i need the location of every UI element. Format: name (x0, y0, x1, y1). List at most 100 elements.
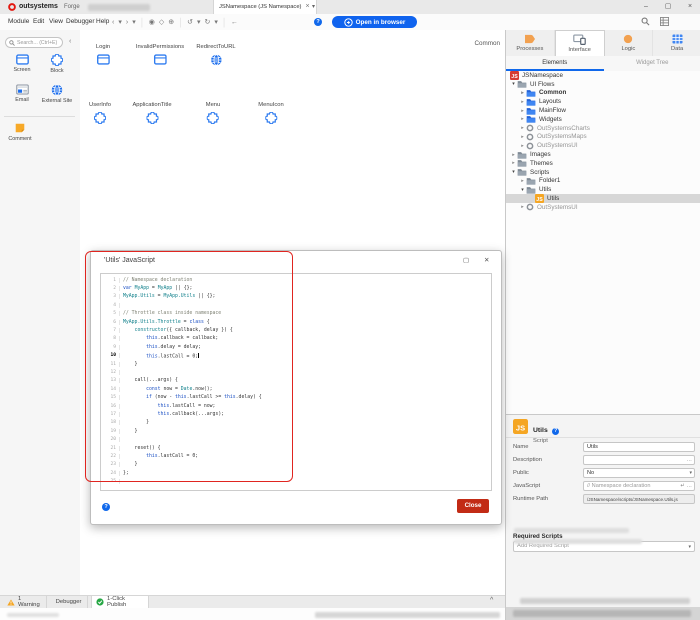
tree-item-outsystemsui[interactable]: ▸OutSystemsUI (506, 141, 700, 150)
code-line[interactable]: 8 this.callback = callback; (101, 335, 491, 343)
tree-item-widgets[interactable]: ▸Widgets (506, 115, 700, 124)
flow-item-userinfo[interactable]: UserInfo (89, 102, 111, 124)
toolbox-search-input[interactable]: Search... (Ctrl+E) (5, 37, 63, 48)
tree-collapsed-icon[interactable]: ▸ (519, 204, 526, 210)
tree-collapsed-icon[interactable]: ▸ (519, 143, 526, 149)
code-line[interactable]: 3MyApp.Utils = MyApp.Utils || {}; (101, 293, 491, 301)
code-line[interactable]: 12 (101, 368, 491, 376)
toolbar-icon[interactable]: ▾ (214, 18, 218, 26)
tree-item-ui flows[interactable]: ▾UI Flows (506, 80, 700, 89)
window-minimize-button[interactable]: – (638, 0, 654, 14)
tree-collapsed-icon[interactable]: ▸ (510, 160, 517, 166)
tree-item-outsystemsui[interactable]: ▸OutSystemsUI (506, 203, 700, 212)
window-close-button[interactable]: × (682, 0, 698, 14)
description-input[interactable]: … (583, 455, 695, 465)
code-line[interactable]: 9 this.delay = delay; (101, 343, 491, 351)
dialog-maximize-icon[interactable]: ▢ (463, 256, 469, 264)
code-line[interactable]: 25 (101, 477, 491, 485)
tree-collapsed-icon[interactable]: ▸ (519, 125, 526, 131)
code-line[interactable]: 23 } (101, 461, 491, 469)
tree-item-scripts[interactable]: ▾Scripts (506, 168, 700, 177)
close-button[interactable]: Close (457, 499, 489, 513)
toolbox-item-external-site[interactable]: External Site (37, 84, 77, 104)
flow-item-menu[interactable]: Menu (206, 102, 221, 124)
search-icon[interactable] (641, 17, 650, 26)
tab-logic[interactable]: Logic (605, 30, 654, 56)
toolbox-item-comment[interactable]: Comment (0, 122, 40, 142)
toolbox-item-block[interactable]: Block (37, 54, 77, 74)
collapse-sidebar-icon[interactable]: ‹ (69, 38, 71, 45)
flow-item-applicationtitle[interactable]: ApplicationTitle (132, 102, 171, 124)
help-icon[interactable]: ? (102, 503, 110, 511)
menu-view[interactable]: View (49, 14, 63, 30)
flow-item-redirecttourl[interactable]: RedirectToURL (196, 44, 235, 66)
subtab-widget-tree[interactable]: Widget Tree (604, 56, 700, 71)
open-in-browser-button[interactable]: Open in browser (332, 16, 417, 28)
tree-item-outsystemscharts[interactable]: ▸OutSystemsCharts (506, 124, 700, 133)
subtab-elements[interactable]: Elements (506, 56, 604, 71)
code-line[interactable]: 21 reset() { (101, 444, 491, 452)
chevron-up-icon[interactable]: ^ (490, 597, 493, 604)
toolbar-icon[interactable]: ▾ (132, 18, 136, 26)
code-line[interactable]: 13 call(...args) { (101, 377, 491, 385)
tree-expanded-icon[interactable]: ▾ (519, 187, 526, 193)
toolbar-icon[interactable]: ⊕ (168, 18, 174, 26)
one-click-publish-tab[interactable]: 1-Click Publish (91, 596, 149, 608)
ellipsis-icon[interactable]: … (687, 456, 693, 465)
panel-grid-icon[interactable] (660, 17, 669, 26)
tree-item-utils[interactable]: JSUtils (506, 194, 700, 203)
name-input[interactable]: Utils (583, 442, 695, 452)
code-line[interactable]: 24}; (101, 469, 491, 477)
tree-item-mainflow[interactable]: ▸MainFlow (506, 106, 700, 115)
tree-collapsed-icon[interactable]: ▸ (519, 116, 526, 122)
help-icon[interactable]: ? (314, 18, 322, 26)
tree-item-layouts[interactable]: ▸Layouts (506, 97, 700, 106)
toolbar-icon[interactable]: › (126, 19, 128, 26)
code-editor[interactable]: 1// Namespace declaration2var MyApp = My… (100, 273, 492, 491)
tab-forge[interactable]: Forge (58, 0, 86, 14)
code-line[interactable]: 22 this.lastCall = 0; (101, 452, 491, 460)
toolbar-icon[interactable]: ‹ (112, 19, 114, 26)
toolbar-icon[interactable]: ◇ (159, 18, 164, 26)
tree-collapsed-icon[interactable]: ▸ (519, 90, 526, 96)
menu-help[interactable]: Help (96, 14, 109, 30)
tree-item-folder1[interactable]: ▸Folder1 (506, 177, 700, 186)
tree-expanded-icon[interactable]: ▾ (510, 169, 517, 175)
tab-jsnamespace[interactable]: JSNamespace (JS Namespace) × (213, 0, 317, 14)
toolbar-icon[interactable]: ◉ (149, 18, 155, 26)
tab-interface[interactable]: Interface (555, 30, 605, 56)
tree-expanded-icon[interactable]: ▾ (510, 81, 517, 87)
window-maximize-button[interactable]: ▢ (660, 0, 676, 14)
toolbar-icon[interactable]: ← (231, 19, 238, 26)
dialog-close-icon[interactable]: ✕ (484, 256, 489, 264)
tree-collapsed-icon[interactable]: ▸ (510, 152, 517, 158)
tree-item-common[interactable]: ▸Common (506, 89, 700, 98)
code-line[interactable]: 19 } (101, 427, 491, 435)
warnings-tab[interactable]: 1 Warning (3, 596, 47, 608)
javascript-input[interactable]: // Namespace declaration↵ … (583, 481, 695, 491)
menu-edit[interactable]: Edit (33, 14, 44, 30)
code-line[interactable]: 7 constructor({ callback, delay }) { (101, 326, 491, 334)
toolbox-item-screen[interactable]: Screen (2, 54, 42, 73)
code-line[interactable]: 20 (101, 435, 491, 443)
code-line[interactable]: 17 this.callback(...args); (101, 410, 491, 418)
code-line[interactable]: 4 (101, 301, 491, 309)
tree-collapsed-icon[interactable]: ▸ (519, 108, 526, 114)
edit-code-icon[interactable]: ↵ … (680, 482, 692, 491)
code-line[interactable]: 2var MyApp = MyApp || {}; (101, 284, 491, 292)
flow-item-invalidpermissions[interactable]: InvalidPermissions (136, 44, 184, 65)
public-select[interactable]: No▾ (583, 468, 695, 478)
tree-item-images[interactable]: ▸Images (506, 150, 700, 159)
tree-item-jsnamespace[interactable]: JSJSNamespace (506, 71, 700, 80)
tab-close-icon[interactable]: × (305, 0, 309, 14)
tree-collapsed-icon[interactable]: ▸ (519, 178, 526, 184)
debugger-tab[interactable]: Debugger (50, 596, 88, 608)
flow-item-menuicon[interactable]: MenuIcon (258, 102, 283, 124)
code-line[interactable]: 18 } (101, 419, 491, 427)
code-line[interactable]: 5// Throttle class inside namespace (101, 310, 491, 318)
code-line[interactable]: 1// Namespace declaration (101, 276, 491, 284)
help-icon[interactable]: ? (552, 428, 559, 435)
code-line[interactable]: 16 this.lastCall = now; (101, 402, 491, 410)
menu-debugger[interactable]: Debugger (66, 14, 95, 30)
tree-collapsed-icon[interactable]: ▸ (519, 99, 526, 105)
